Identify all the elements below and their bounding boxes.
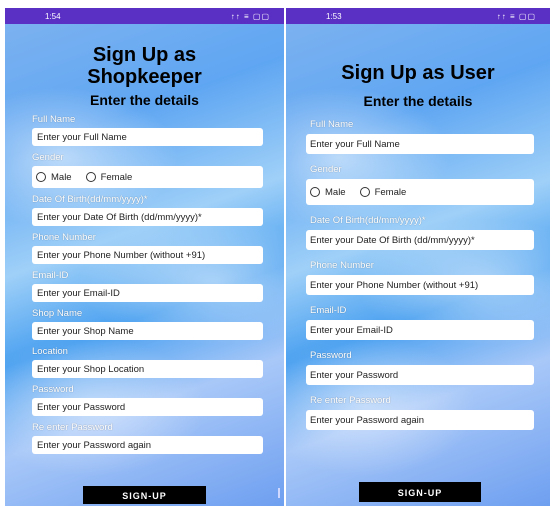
password-label: Password <box>310 350 352 361</box>
page-title: Sign Up as Shopkeeper <box>5 44 284 88</box>
radio-circle-icon <box>36 172 46 182</box>
password-input[interactable]: Enter your Password <box>32 398 263 416</box>
phone-label: Phone Number <box>32 232 96 243</box>
user-signup-screen: 1:53 ↑↑ ≡ ▢▢ Sign Up as User Enter the d… <box>286 8 550 506</box>
radio-circle-icon <box>310 187 320 197</box>
gender-male-option[interactable]: Male <box>36 172 72 183</box>
password-input[interactable]: Enter your Password <box>306 365 534 385</box>
title-line-2: Shopkeeper <box>87 66 202 88</box>
email-input[interactable]: Enter your Email-ID <box>32 284 263 302</box>
status-time: 1:53 <box>326 12 342 21</box>
gender-male-label: Male <box>51 171 72 183</box>
dob-label: Date Of Birth(dd/mm/yyyy)* <box>32 194 148 205</box>
gender-radio-group: Male Female <box>306 179 534 205</box>
shop-name-input[interactable]: Enter your Shop Name <box>32 322 263 340</box>
full-name-label: Full Name <box>32 114 76 125</box>
reenter-password-input[interactable]: Enter your Password again <box>306 410 534 430</box>
reenter-password-input[interactable]: Enter your Password again <box>32 436 263 454</box>
phone-label: Phone Number <box>310 260 374 271</box>
reenter-password-label: Re enter Password <box>310 395 391 406</box>
status-icons: ↑↑ ≡ ▢▢ <box>496 12 536 21</box>
shopkeeper-signup-screen: 1:54 ↑↑ ≡ ▢▢ Sign Up as Shopkeeper Enter… <box>5 8 284 506</box>
full-name-input[interactable]: Enter your Full Name <box>32 128 263 146</box>
status-bar: 1:53 ↑↑ ≡ ▢▢ <box>286 8 550 24</box>
signup-button[interactable]: SIGN-UP <box>83 486 206 504</box>
gender-female-option[interactable]: Female <box>359 186 407 198</box>
full-name-label: Full Name <box>310 119 354 130</box>
full-name-input[interactable]: Enter your Full Name <box>306 134 534 154</box>
shop-name-label: Shop Name <box>32 308 83 319</box>
password-label: Password <box>32 384 74 395</box>
gender-label: Gender <box>310 164 342 175</box>
phone-input[interactable]: Enter your Phone Number (without +91) <box>32 246 263 264</box>
status-bar: 1:54 ↑↑ ≡ ▢▢ <box>5 8 284 24</box>
page-subtitle: Enter the details <box>363 93 473 109</box>
page-subtitle: Enter the details <box>90 92 199 108</box>
location-label: Location <box>32 346 68 357</box>
signup-button[interactable]: SIGN-UP <box>359 482 481 502</box>
email-label: Email-ID <box>32 270 69 281</box>
dob-label: Date Of Birth(dd/mm/yyyy)* <box>310 215 426 226</box>
status-time: 1:54 <box>45 12 61 21</box>
radio-circle-icon <box>85 172 96 182</box>
gender-label: Gender <box>32 152 64 163</box>
gender-female-label: Female <box>100 171 133 183</box>
gender-male-option[interactable]: Male <box>310 187 346 198</box>
phone-input[interactable]: Enter your Phone Number (without +91) <box>306 275 534 295</box>
status-icons: ↑↑ ≡ ▢▢ <box>230 12 270 21</box>
scrollbar[interactable] <box>278 488 280 498</box>
gender-male-label: Male <box>325 186 346 198</box>
page-title: Sign Up as User <box>341 62 495 84</box>
gender-female-label: Female <box>374 186 407 198</box>
gender-radio-group: Male Female <box>32 166 263 188</box>
dob-input[interactable]: Enter your Date Of Birth (dd/mm/yyyy)* <box>32 208 263 226</box>
reenter-password-label: Re enter Password <box>32 422 113 433</box>
dob-input[interactable]: Enter your Date Of Birth (dd/mm/yyyy)* <box>306 230 534 250</box>
email-label: Email-ID <box>310 305 347 316</box>
location-input[interactable]: Enter your Shop Location <box>32 360 263 378</box>
email-input[interactable]: Enter your Email-ID <box>306 320 534 340</box>
gender-female-option[interactable]: Female <box>85 171 133 183</box>
radio-circle-icon <box>359 187 370 197</box>
title-line-1: Sign Up as <box>92 44 197 66</box>
